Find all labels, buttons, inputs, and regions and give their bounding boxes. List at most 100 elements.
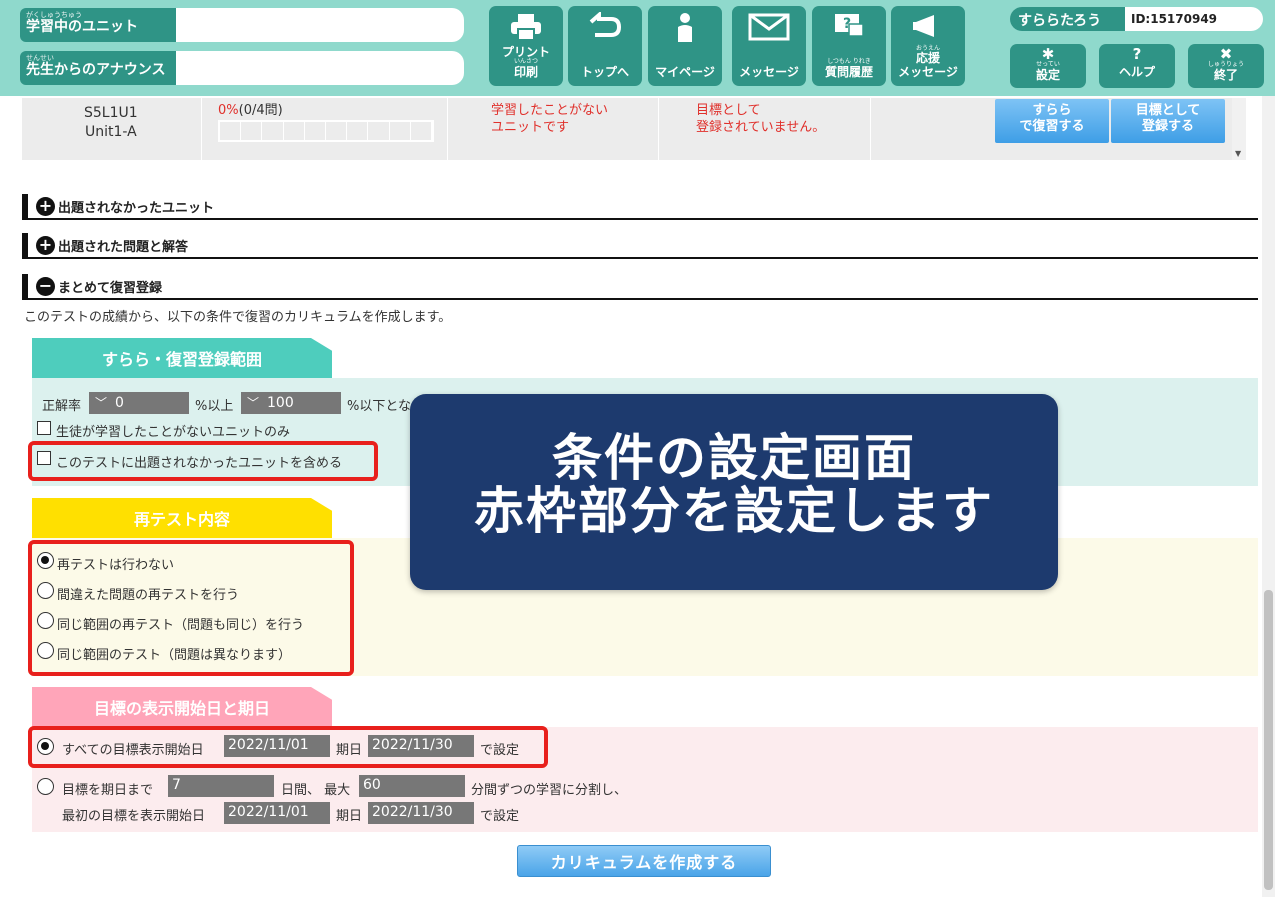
print-label2: 印刷 bbox=[513, 65, 538, 80]
highlight-box-dates bbox=[28, 726, 548, 768]
review-btn-line2: で復習する bbox=[1019, 119, 1085, 135]
teacher-announce-ruby: せんせい bbox=[26, 54, 54, 62]
highlight-box-retest bbox=[28, 540, 354, 676]
accordion-asked-questions[interactable]: + 出題された問題と解答 bbox=[22, 233, 1258, 259]
date-option-split-radio[interactable] bbox=[37, 778, 54, 795]
min-rate-value: 0 bbox=[115, 395, 124, 411]
minus-circle-icon: − bbox=[36, 276, 55, 296]
teacher-announce-label-text: 先生からのアナウンス bbox=[26, 62, 166, 78]
review-btn-line1: すらら bbox=[1032, 103, 1072, 118]
top-button[interactable]: トップへ bbox=[568, 6, 642, 86]
unstudied-only-label: 生徒が学習したことがないユニットのみ bbox=[56, 425, 291, 440]
due-label: 期日 bbox=[336, 809, 363, 824]
print-label: プリント bbox=[501, 44, 550, 59]
chevron-down-icon: ﹀ bbox=[95, 396, 108, 410]
question-history-label: 質問履歴 bbox=[824, 65, 873, 80]
max-suffix: %以下とな bbox=[347, 399, 411, 414]
set-label: で設定 bbox=[480, 809, 520, 824]
review-with-surala-button[interactable]: すらら で復習する bbox=[995, 99, 1109, 143]
scroll-down-arrow-icon[interactable]: ▼ bbox=[1235, 149, 1241, 158]
unit-name: Unit1-A bbox=[84, 123, 137, 140]
minutes-input[interactable]: 60 bbox=[359, 775, 465, 797]
accordion-label: 出題されなかったユニット bbox=[58, 200, 215, 216]
progress-text: 0%(0/4問) bbox=[218, 99, 283, 118]
accordion-bulk-review[interactable]: − まとめて復習登録 bbox=[22, 274, 1258, 300]
settings-button[interactable]: ✱ せってい 設定 bbox=[1010, 44, 1086, 88]
current-unit-field bbox=[176, 8, 464, 42]
opt2-start-date-input[interactable]: 2022/11/01 bbox=[224, 802, 330, 824]
dates-section-title: 目標の表示開始日と期日 bbox=[32, 687, 332, 727]
days-label: 日間、 最大 bbox=[281, 783, 351, 798]
help-label: ヘルプ bbox=[1118, 65, 1155, 79]
plus-circle-icon: + bbox=[36, 196, 55, 216]
minutes-label: 分間ずつの学習に分割し、 bbox=[471, 783, 628, 798]
megaphone-icon bbox=[891, 12, 965, 42]
page-scrollbar-thumb[interactable] bbox=[1264, 590, 1273, 890]
chevron-down-icon: ﹀ bbox=[247, 396, 260, 410]
cheer-label2: メッセージ bbox=[898, 65, 958, 80]
progress-percent: 0% bbox=[218, 103, 239, 118]
mypage-label: マイページ bbox=[655, 65, 715, 80]
table-scrollbar[interactable]: ▼ bbox=[1232, 98, 1246, 160]
first-goal-label: 最初の目標を表示開始日 bbox=[62, 809, 206, 824]
goal-note: 目標として 登録されていません。 bbox=[696, 103, 825, 137]
print-button[interactable]: プリント いんさつ 印刷 bbox=[489, 6, 563, 86]
status-note-line1: 学習したことがない bbox=[491, 103, 609, 118]
progress-bar bbox=[218, 120, 434, 142]
teacher-announce-field[interactable] bbox=[176, 51, 464, 85]
goal-btn-line1: 目標として bbox=[1135, 103, 1201, 118]
min-rate-select[interactable]: ﹀ 0 bbox=[89, 392, 189, 414]
goal-btn-line2: 登録する bbox=[1141, 119, 1194, 135]
create-curriculum-button[interactable]: カリキュラムを作成する bbox=[517, 845, 771, 877]
date-option-split-label: 目標を期日まで bbox=[62, 783, 154, 798]
settings-label: 設定 bbox=[1035, 67, 1060, 82]
instruction-overlay: 条件の設定画面 赤枠部分を設定します bbox=[410, 394, 1058, 590]
range-section-title: すらら・復習登録範囲 bbox=[32, 338, 332, 378]
unstudied-only-checkbox[interactable] bbox=[37, 421, 51, 435]
accordion-unasked-units[interactable]: + 出題されなかったユニット bbox=[22, 194, 1258, 220]
question-icon: ? bbox=[1132, 45, 1142, 63]
message-button[interactable]: メッセージ bbox=[732, 6, 806, 86]
overlay-line1: 条件の設定画面 bbox=[552, 429, 916, 487]
envelope-icon bbox=[732, 12, 806, 42]
top-label: トップへ bbox=[580, 65, 629, 80]
exit-label: 終了 bbox=[1213, 67, 1238, 82]
max-rate-select[interactable]: ﹀ 100 bbox=[241, 392, 341, 414]
overlay-line2: 赤枠部分を設定します bbox=[474, 481, 994, 540]
message-label: メッセージ bbox=[739, 65, 799, 80]
question-history-button[interactable]: ? しつもん りれき 質問履歴 bbox=[812, 6, 886, 86]
current-unit-label-text: 学習中のユニット bbox=[26, 19, 138, 35]
question-bubble-icon: ? bbox=[812, 12, 886, 42]
current-unit-label: がくしゅうちゅう 学習中のユニット bbox=[20, 8, 176, 42]
mypage-button[interactable]: マイページ bbox=[648, 6, 722, 86]
highlight-box-range bbox=[28, 441, 378, 481]
current-unit-ruby: がくしゅうちゅう bbox=[26, 11, 82, 19]
plus-circle-icon: + bbox=[36, 235, 55, 255]
description-text: このテストの成績から、以下の条件で復習のカリキュラムを作成します。 bbox=[24, 310, 452, 325]
person-icon bbox=[648, 12, 722, 44]
cheer-message-button[interactable]: おうえん 応援 メッセージ bbox=[891, 6, 965, 86]
status-note-line2: ユニットです bbox=[491, 119, 570, 135]
user-name: すららたろう bbox=[1010, 7, 1125, 31]
printer-icon bbox=[489, 12, 563, 42]
rate-label: 正解率 bbox=[42, 399, 82, 414]
progress-detail: (0/4問) bbox=[238, 103, 283, 118]
close-box-icon: ✖ bbox=[1219, 45, 1233, 63]
register-goal-button[interactable]: 目標として 登録する bbox=[1111, 99, 1225, 143]
gear-icon: ✱ bbox=[1041, 45, 1055, 63]
accordion-label: まとめて復習登録 bbox=[58, 280, 163, 296]
unit-table-row: S5L1U1 Unit1-A 0%(0/4問) 学習したことがない ユニットです… bbox=[22, 98, 1246, 160]
help-button[interactable]: ? ヘルプ bbox=[1099, 44, 1175, 88]
goal-note-line1: 目標として bbox=[696, 103, 761, 118]
accordion-label: 出題された問題と解答 bbox=[58, 239, 189, 255]
days-input[interactable]: 7 bbox=[168, 775, 274, 797]
goal-note-line2: 登録されていません。 bbox=[696, 119, 826, 135]
cheer-label: 応援 bbox=[915, 51, 940, 66]
max-rate-value: 100 bbox=[267, 395, 294, 411]
back-arrow-icon bbox=[568, 12, 642, 42]
exit-button[interactable]: ✖ しゅうりょう 終了 bbox=[1188, 44, 1264, 88]
opt2-due-date-input[interactable]: 2022/11/30 bbox=[368, 802, 474, 824]
header-bar: がくしゅうちゅう 学習中のユニット せんせい 先生からのアナウンス プリント い… bbox=[0, 0, 1275, 96]
user-id: ID:15170949 bbox=[1125, 7, 1263, 31]
status-note: 学習したことがない ユニットです bbox=[491, 103, 608, 137]
